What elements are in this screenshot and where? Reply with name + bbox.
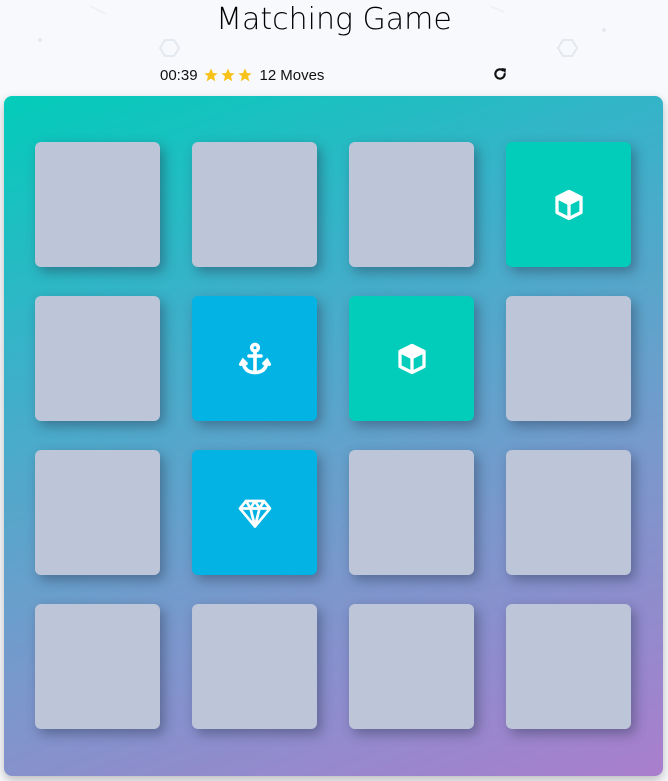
card-hidden[interactable] [506,604,631,729]
card-hidden[interactable] [349,142,474,267]
card-open[interactable] [192,296,317,421]
card-hidden[interactable] [35,604,160,729]
timer: 00:39 [160,66,198,84]
card-hidden[interactable] [506,296,631,421]
diamond-icon [237,495,273,531]
card-hidden[interactable] [35,142,160,267]
cube-icon [394,341,430,377]
star-icon [203,68,218,82]
moves-count: 12 [259,66,277,84]
restart-icon [494,68,506,80]
cube-icon [551,187,587,223]
card-hidden[interactable] [349,450,474,575]
moves-label: Moves [280,66,325,84]
card-hidden[interactable] [35,296,160,421]
star-icon [220,68,235,82]
restart-button[interactable] [491,65,509,83]
card-match[interactable] [349,296,474,421]
card-match[interactable] [506,142,631,267]
moves-counter: 12 Moves [260,67,325,84]
card-open[interactable] [192,450,317,575]
score-panel: 00:39 12 Moves [160,64,510,86]
anchor-icon [237,341,273,377]
star-rating [203,67,253,83]
card-deck [4,96,663,776]
card-hidden[interactable] [35,450,160,575]
star-icon [237,68,252,82]
card-hidden[interactable] [192,142,317,267]
card-hidden[interactable] [506,450,631,575]
page-title: Matching Game [216,2,452,37]
card-hidden[interactable] [192,604,317,729]
card-hidden[interactable] [349,604,474,729]
